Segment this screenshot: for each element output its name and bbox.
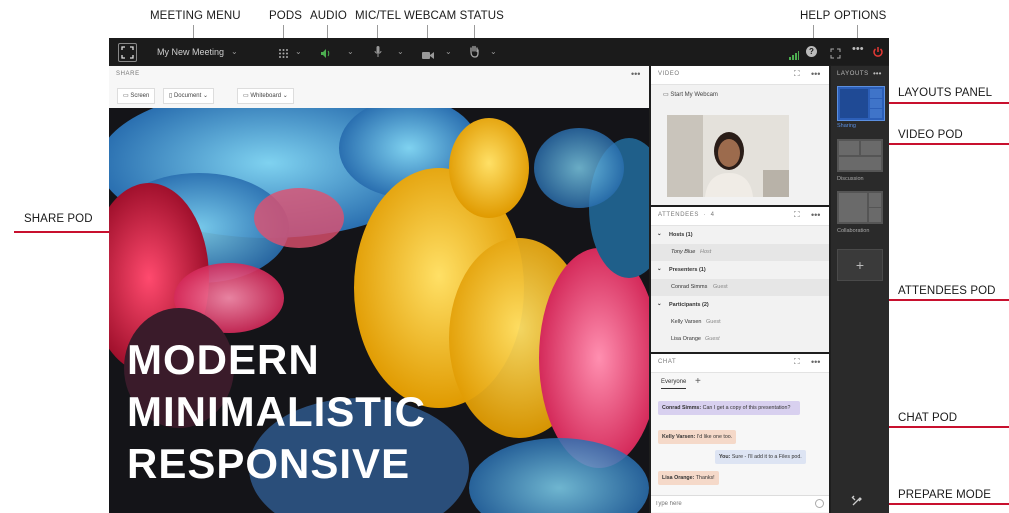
annotation-video-pod: VIDEO POD	[898, 129, 963, 141]
chevron-down-icon[interactable]: ⌄	[231, 47, 238, 56]
share-pod-title: SHARE	[116, 71, 140, 77]
annotation-prepare-mode: PREPARE MODE	[898, 489, 992, 501]
annotation-options: OPTIONS	[834, 10, 887, 22]
power-icon[interactable]	[872, 45, 884, 63]
annotation-line	[14, 231, 109, 233]
chevron-down-icon: ⌄	[657, 231, 662, 237]
video-pod-options-icon[interactable]: •••	[811, 69, 820, 79]
chat-pod: CHAT ⛶ ••• Everyone + Conrad Simms: Can …	[651, 354, 829, 513]
video-pod-title: VIDEO	[658, 71, 680, 77]
shared-slide: MODERN MINIMALISTIC RESPONSIVE	[109, 108, 649, 513]
chevron-down-icon: ⌄	[657, 266, 662, 272]
annotation-pods: PODS	[269, 10, 302, 22]
webcam-icon[interactable]	[422, 47, 435, 65]
emoji-icon[interactable]	[815, 499, 824, 508]
annotation-chat-pod: CHAT POD	[898, 412, 958, 424]
attendees-pod-options-icon[interactable]: •••	[811, 210, 820, 220]
slide-line-3: RESPONSIVE	[127, 440, 411, 487]
fit-screen-icon[interactable]	[830, 46, 841, 64]
chat-message: Kelly Varsen: I'd like one too.	[658, 430, 737, 444]
video-pod: VIDEO ⛶ ••• ▭ Start My Webcam	[651, 66, 829, 205]
add-tab-icon[interactable]: +	[695, 376, 701, 387]
raise-hand-icon[interactable]	[469, 45, 480, 63]
slide-headline: MODERN MINIMALISTIC RESPONSIVE	[127, 334, 426, 490]
attendee-row[interactable]: Tony Blue Host	[651, 244, 829, 261]
annotation-mic-tel: MIC/TEL	[355, 10, 402, 22]
layout-thumbnail-collaboration[interactable]	[837, 191, 883, 224]
chevron-down-icon[interactable]: ⌄	[490, 47, 497, 56]
slide-line-1: MODERN	[127, 336, 320, 383]
annotation-line	[880, 503, 1009, 505]
fullscreen-icon[interactable]	[118, 43, 137, 62]
chat-message: You: Sure - I'll add it to a Files pod.	[715, 450, 806, 464]
layout-thumbnail-sharing[interactable]	[837, 86, 885, 121]
chat-pod-title: CHAT	[658, 359, 677, 365]
add-layout-button[interactable]: +	[837, 249, 883, 281]
webcam-video	[667, 115, 789, 197]
share-whiteboard-button[interactable]: ▭ Whiteboard ⌄	[237, 88, 294, 104]
share-pod-header: SHARE ••• ▭ Screen ▯ Document ⌄ ▭ Whiteb…	[109, 66, 649, 108]
chat-message: Conrad Simms: Can I get a copy of this p…	[658, 401, 800, 415]
chat-message: Lisa Orange: Thanks!	[658, 471, 719, 485]
annotation-attendees-pod: ATTENDEES POD	[898, 285, 996, 297]
pods-grid-icon[interactable]	[278, 46, 289, 64]
top-bar: My New Meeting ⌄ ⌄ ⌄ ⌄ ⌄ ⌄ ? •••	[109, 38, 889, 65]
presenters-group-header[interactable]: ⌄ Presenters (1)	[651, 262, 829, 279]
maximize-icon[interactable]: ⛶	[794, 210, 800, 220]
layout-label-sharing: Sharing	[837, 123, 856, 129]
maximize-icon[interactable]: ⛶	[794, 69, 800, 79]
maximize-icon[interactable]: ⛶	[794, 357, 800, 367]
meeting-app: My New Meeting ⌄ ⌄ ⌄ ⌄ ⌄ ⌄ ? ••• SHARE •…	[109, 38, 889, 513]
video-pod-header: VIDEO ⛶ •••	[651, 66, 829, 85]
layout-label-discussion: Discussion	[837, 176, 864, 182]
share-pod-options-icon[interactable]: •••	[631, 69, 640, 79]
signal-strength-icon	[789, 47, 799, 65]
annotation-audio: AUDIO	[310, 10, 347, 22]
attendees-pod: ATTENDEES · 4 ⛶ ••• ⌄ Hosts (1) Tony Blue…	[651, 207, 829, 352]
chevron-down-icon: ⌄	[657, 301, 662, 307]
chevron-down-icon[interactable]: ⌄	[295, 47, 302, 56]
attendees-pod-title: ATTENDEES · 4	[658, 212, 715, 218]
share-pod: SHARE ••• ▭ Screen ▯ Document ⌄ ▭ Whiteb…	[109, 66, 649, 513]
layout-label-collaboration: Collaboration	[837, 228, 870, 234]
attendee-row[interactable]: Kelly Varsen Guest	[651, 314, 829, 331]
microphone-icon[interactable]	[374, 45, 382, 63]
annotation-webcam-status: WEBCAM STATUS	[404, 10, 504, 22]
hosts-group-header[interactable]: ⌄ Hosts (1)	[651, 227, 829, 244]
chat-pod-options-icon[interactable]: •••	[811, 357, 820, 367]
chevron-down-icon[interactable]: ⌄	[445, 47, 452, 56]
layouts-title: LAYOUTS	[837, 71, 869, 77]
annotation-meeting-menu: MEETING MENU	[150, 10, 241, 22]
chevron-down-icon[interactable]: ⌄	[347, 47, 354, 56]
layouts-panel: LAYOUTS ••• Sharing Discussion Collabora…	[831, 66, 889, 513]
slide-line-2: MINIMALISTIC	[127, 388, 426, 435]
annotation-help: HELP	[800, 10, 831, 22]
share-screen-button[interactable]: ▭ Screen	[117, 88, 156, 104]
annotation-share-pod: SHARE POD	[24, 213, 93, 225]
help-icon[interactable]: ?	[806, 46, 817, 57]
chevron-down-icon[interactable]: ⌄	[397, 47, 404, 56]
chat-pod-header: CHAT ⛶ •••	[651, 354, 829, 373]
attendees-pod-header: ATTENDEES · 4 ⛶ •••	[651, 207, 829, 226]
start-webcam-button[interactable]: ▭ Start My Webcam	[663, 91, 718, 98]
share-document-button[interactable]: ▯ Document ⌄	[163, 88, 215, 104]
options-more-icon[interactable]: •••	[852, 43, 864, 55]
participants-group-header[interactable]: ⌄ Participants (2)	[651, 297, 829, 314]
attendee-row[interactable]: Lisa Orange Guest	[651, 331, 829, 348]
tab-everyone[interactable]: Everyone	[661, 379, 687, 389]
speaker-icon[interactable]	[320, 46, 332, 64]
chat-input[interactable]	[651, 495, 829, 512]
meeting-menu[interactable]: My New Meeting	[157, 47, 224, 57]
layout-thumbnail-discussion[interactable]	[837, 139, 883, 172]
annotation-layouts-panel: LAYOUTS PANEL	[898, 87, 993, 99]
layouts-options-icon[interactable]: •••	[873, 69, 881, 78]
prepare-mode-icon[interactable]	[851, 494, 863, 512]
attendee-row[interactable]: Conrad Simms Guest	[651, 279, 829, 296]
